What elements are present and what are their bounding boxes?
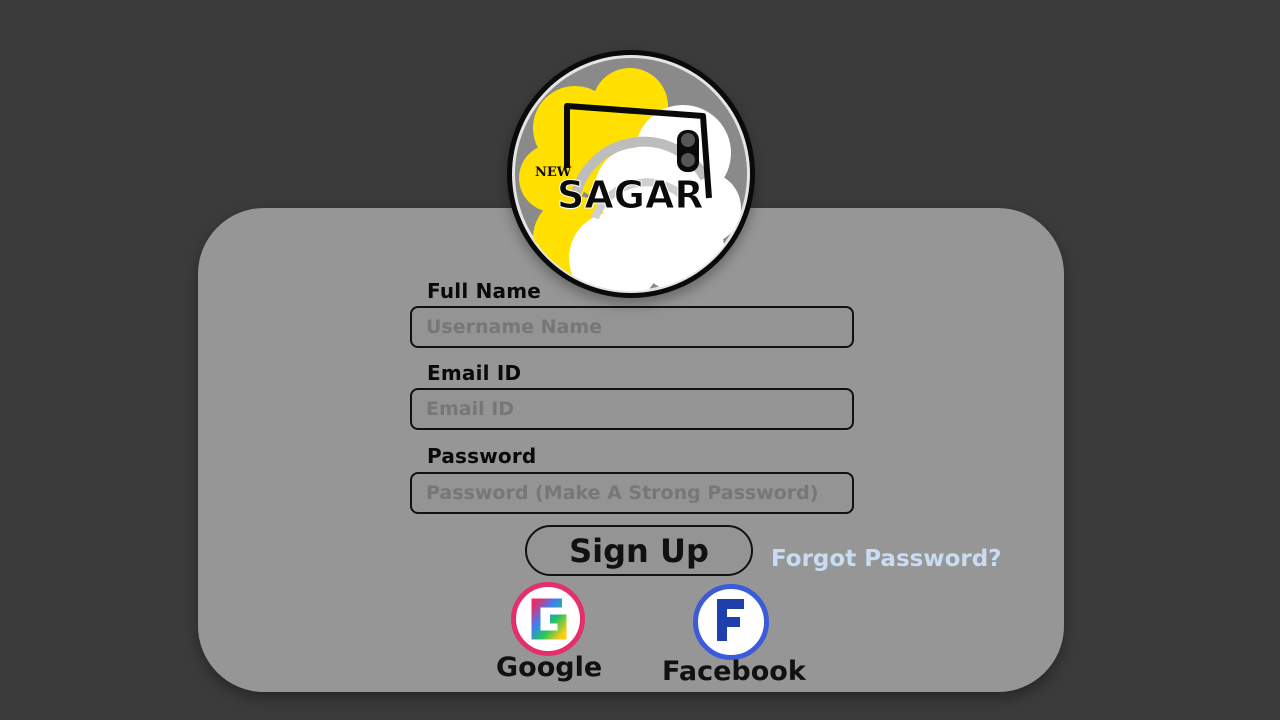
app-logo: NEW SAGAR bbox=[505, 48, 757, 300]
full-name-field-box bbox=[410, 306, 854, 348]
full-name-label: Full Name bbox=[427, 279, 542, 303]
signup-page: NEW SAGAR Full Name Email ID Password Si… bbox=[0, 0, 1280, 720]
email-label: Email ID bbox=[427, 361, 522, 385]
facebook-login-button[interactable]: Facebook bbox=[662, 580, 806, 690]
email-field-box bbox=[410, 388, 854, 430]
password-input[interactable] bbox=[412, 474, 852, 512]
logo-image: NEW SAGAR bbox=[507, 50, 755, 298]
google-login-button[interactable]: Google bbox=[496, 580, 603, 690]
password-field-box bbox=[410, 472, 854, 514]
google-label: Google bbox=[496, 652, 603, 683]
sign-up-button[interactable]: Sign Up bbox=[525, 525, 753, 576]
forgot-password-link[interactable]: Forgot Password? bbox=[771, 546, 1002, 572]
logo-main-text: SAGAR bbox=[557, 173, 704, 217]
google-icon bbox=[511, 582, 585, 656]
email-input[interactable] bbox=[412, 390, 852, 428]
password-label: Password bbox=[427, 444, 537, 468]
facebook-icon bbox=[693, 584, 769, 660]
facebook-label: Facebook bbox=[662, 656, 806, 687]
full-name-input[interactable] bbox=[412, 308, 852, 346]
